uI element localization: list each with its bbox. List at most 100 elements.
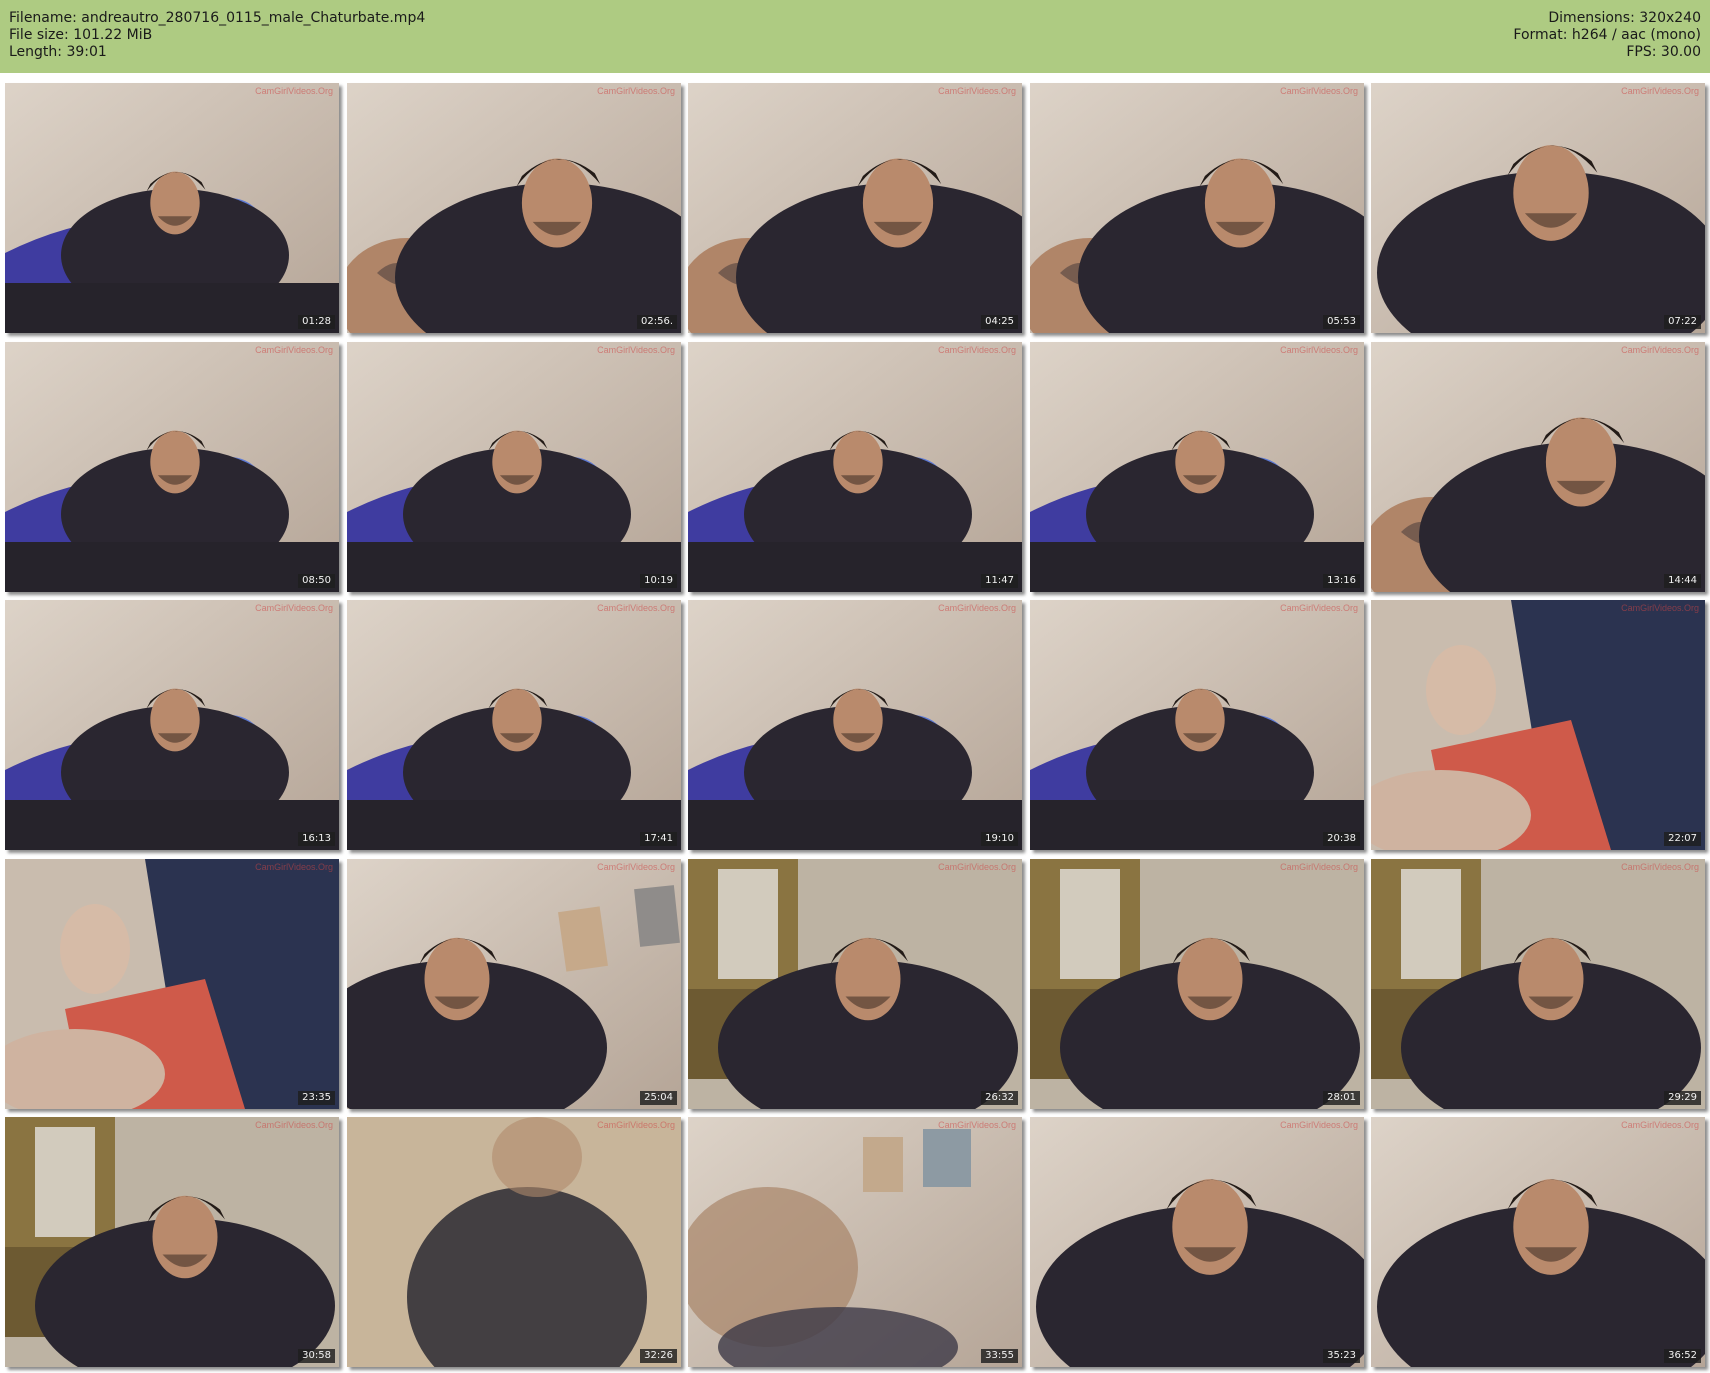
frame-image xyxy=(1371,83,1705,333)
timestamp-label: 13:16 xyxy=(1323,574,1360,588)
frame-image xyxy=(1030,859,1364,1109)
info-header: Filename: andreautro_280716_0115_male_Ch… xyxy=(0,0,1710,73)
video-frame-thumbnail[interactable]: CamGirlVideos.Org 10:19 xyxy=(347,342,681,592)
watermark-text: CamGirlVideos.Org xyxy=(1280,603,1358,613)
frame-image xyxy=(1030,83,1364,333)
timestamp-label: 26:32 xyxy=(981,1091,1018,1105)
video-frame-thumbnail[interactable]: CamGirlVideos.Org 25:04 xyxy=(347,859,681,1109)
watermark-text: CamGirlVideos.Org xyxy=(1280,86,1358,96)
video-frame-thumbnail[interactable]: CamGirlVideos.Org 20:38 xyxy=(1030,600,1364,850)
frame-image xyxy=(1030,342,1364,592)
video-frame-thumbnail[interactable]: CamGirlVideos.Org 17:41 xyxy=(347,600,681,850)
watermark-text: CamGirlVideos.Org xyxy=(938,603,1016,613)
video-frame-thumbnail[interactable]: CamGirlVideos.Org 07:22 xyxy=(1371,83,1705,333)
timestamp-label: 25:04 xyxy=(640,1091,677,1105)
frame-image xyxy=(5,1117,339,1367)
watermark-text: CamGirlVideos.Org xyxy=(597,345,675,355)
timestamp-label: 32:26 xyxy=(640,1349,677,1363)
watermark-text: CamGirlVideos.Org xyxy=(1621,86,1699,96)
frame-image xyxy=(347,600,681,850)
watermark-text: CamGirlVideos.Org xyxy=(1280,1120,1358,1130)
video-frame-thumbnail[interactable]: CamGirlVideos.Org 29:29 xyxy=(1371,859,1705,1109)
video-frame-thumbnail[interactable]: CamGirlVideos.Org 05:53 xyxy=(1030,83,1364,333)
timestamp-label: 08:50 xyxy=(298,574,335,588)
frame-image xyxy=(1030,600,1364,850)
watermark-text: CamGirlVideos.Org xyxy=(597,603,675,613)
video-frame-thumbnail[interactable]: CamGirlVideos.Org 36:52 xyxy=(1371,1117,1705,1367)
fps-text: FPS: 30.00 xyxy=(1626,44,1701,60)
video-frame-thumbnail[interactable]: CamGirlVideos.Org 33:55 xyxy=(688,1117,1022,1367)
frame-image xyxy=(688,342,1022,592)
timestamp-label: 22:07 xyxy=(1664,832,1701,846)
watermark-text: CamGirlVideos.Org xyxy=(255,603,333,613)
frame-image xyxy=(5,83,339,333)
watermark-text: CamGirlVideos.Org xyxy=(597,86,675,96)
timestamp-label: 30:58 xyxy=(298,1349,335,1363)
watermark-text: CamGirlVideos.Org xyxy=(1621,345,1699,355)
frame-image xyxy=(5,859,339,1109)
filename-text: Filename: andreautro_280716_0115_male_Ch… xyxy=(9,10,426,26)
timestamp-label: 23:35 xyxy=(298,1091,335,1105)
frame-image xyxy=(5,600,339,850)
timestamp-label: 01:28 xyxy=(298,315,335,329)
frame-image xyxy=(347,342,681,592)
frame-image xyxy=(347,859,681,1109)
timestamp-label: 35:23 xyxy=(1323,1349,1360,1363)
video-frame-thumbnail[interactable]: CamGirlVideos.Org 11:47 xyxy=(688,342,1022,592)
filesize-text: File size: 101.22 MiB xyxy=(9,27,153,43)
timestamp-label: 33:55 xyxy=(981,1349,1018,1363)
video-frame-thumbnail[interactable]: CamGirlVideos.Org 13:16 xyxy=(1030,342,1364,592)
video-frame-thumbnail[interactable]: CamGirlVideos.Org 16:13 xyxy=(5,600,339,850)
watermark-text: CamGirlVideos.Org xyxy=(938,862,1016,872)
watermark-text: CamGirlVideos.Org xyxy=(255,1120,333,1130)
watermark-text: CamGirlVideos.Org xyxy=(597,862,675,872)
watermark-text: CamGirlVideos.Org xyxy=(938,345,1016,355)
frame-image xyxy=(347,83,681,333)
video-frame-thumbnail[interactable]: CamGirlVideos.Org 35:23 xyxy=(1030,1117,1364,1367)
video-frame-thumbnail[interactable]: CamGirlVideos.Org 22:07 xyxy=(1371,600,1705,850)
file-info-left: Filename: andreautro_280716_0115_male_Ch… xyxy=(9,10,425,61)
timestamp-label: 14:44 xyxy=(1664,574,1701,588)
timestamp-label: 05:53 xyxy=(1323,315,1360,329)
watermark-text: CamGirlVideos.Org xyxy=(255,86,333,96)
watermark-text: CamGirlVideos.Org xyxy=(255,345,333,355)
watermark-text: CamGirlVideos.Org xyxy=(1621,862,1699,872)
frame-image xyxy=(688,83,1022,333)
watermark-text: CamGirlVideos.Org xyxy=(1621,603,1699,613)
video-frame-thumbnail[interactable]: CamGirlVideos.Org 04:25 xyxy=(688,83,1022,333)
video-frame-thumbnail[interactable]: CamGirlVideos.Org 01:28 xyxy=(5,83,339,333)
timestamp-label: 02:56. xyxy=(637,315,677,329)
video-frame-thumbnail[interactable]: CamGirlVideos.Org 08:50 xyxy=(5,342,339,592)
video-frame-thumbnail[interactable]: CamGirlVideos.Org 02:56. xyxy=(347,83,681,333)
watermark-text: CamGirlVideos.Org xyxy=(938,1120,1016,1130)
format-text: Format: h264 / aac (mono) xyxy=(1513,27,1701,43)
timestamp-label: 16:13 xyxy=(298,832,335,846)
watermark-text: CamGirlVideos.Org xyxy=(1621,1120,1699,1130)
video-frame-thumbnail[interactable]: CamGirlVideos.Org 23:35 xyxy=(5,859,339,1109)
frame-image xyxy=(688,1117,1022,1367)
watermark-text: CamGirlVideos.Org xyxy=(1280,345,1358,355)
video-frame-thumbnail[interactable]: CamGirlVideos.Org 30:58 xyxy=(5,1117,339,1367)
timestamp-label: 07:22 xyxy=(1664,315,1701,329)
frame-image xyxy=(1371,859,1705,1109)
timestamp-label: 17:41 xyxy=(640,832,677,846)
watermark-text: CamGirlVideos.Org xyxy=(1280,862,1358,872)
video-frame-thumbnail[interactable]: CamGirlVideos.Org 19:10 xyxy=(688,600,1022,850)
video-frame-thumbnail[interactable]: CamGirlVideos.Org 32:26 xyxy=(347,1117,681,1367)
timestamp-label: 28:01 xyxy=(1323,1091,1360,1105)
frame-image xyxy=(347,1117,681,1367)
video-frame-thumbnail[interactable]: CamGirlVideos.Org 26:32 xyxy=(688,859,1022,1109)
video-frame-thumbnail[interactable]: CamGirlVideos.Org 28:01 xyxy=(1030,859,1364,1109)
timestamp-label: 20:38 xyxy=(1323,832,1360,846)
timestamp-label: 19:10 xyxy=(981,832,1018,846)
timestamp-label: 11:47 xyxy=(981,574,1018,588)
video-frame-thumbnail[interactable]: CamGirlVideos.Org 14:44 xyxy=(1371,342,1705,592)
file-info-right: Dimensions: 320x240 Format: h264 / aac (… xyxy=(1513,10,1701,61)
frame-image xyxy=(5,342,339,592)
frame-image xyxy=(1371,600,1705,850)
frame-image xyxy=(1371,342,1705,592)
watermark-text: CamGirlVideos.Org xyxy=(938,86,1016,96)
frame-image xyxy=(1371,1117,1705,1367)
timestamp-label: 36:52 xyxy=(1664,1349,1701,1363)
frame-image xyxy=(688,600,1022,850)
